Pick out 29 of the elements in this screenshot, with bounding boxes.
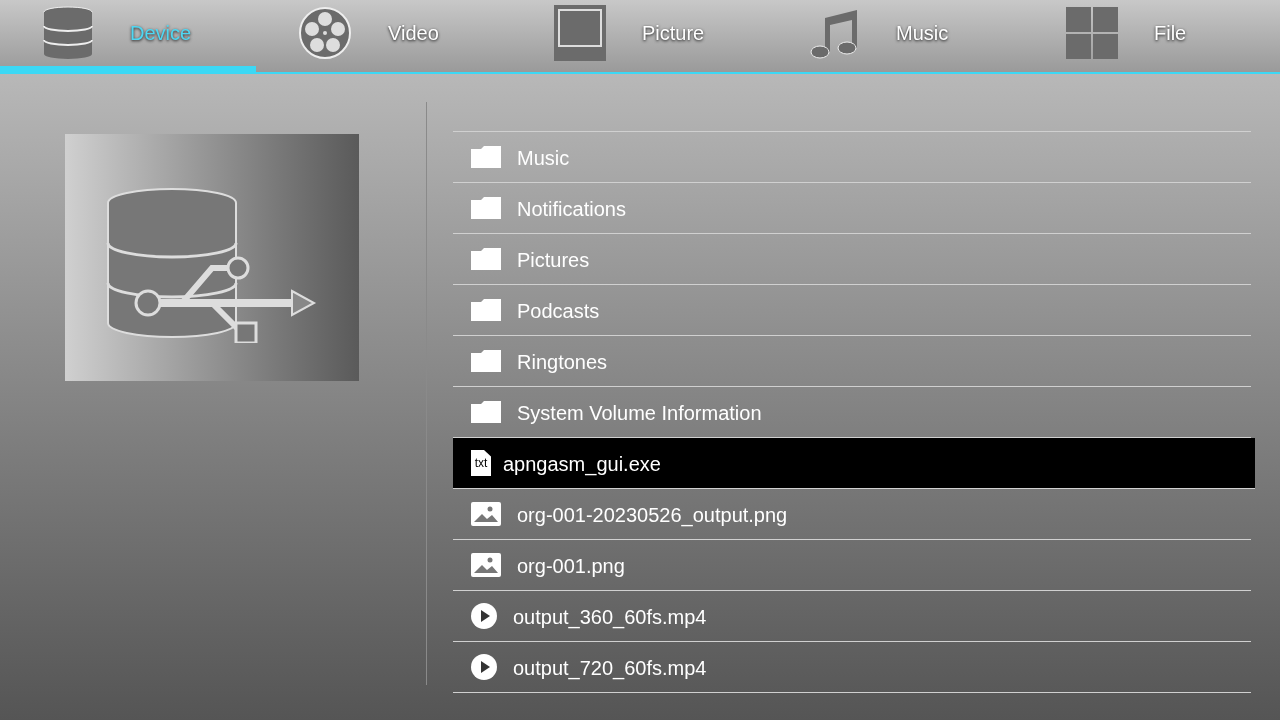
film-reel-icon [298,6,352,60]
play-icon [471,603,497,629]
image-icon [471,502,501,526]
file-row[interactable]: Music [453,132,1251,183]
file-row[interactable]: Notifications [453,183,1251,234]
folder-icon [471,401,501,423]
folder-icon [471,350,501,372]
grid-icon [1066,7,1118,59]
nav-tab[interactable]: Picture [512,0,768,72]
file-row[interactable]: Ringtones [453,336,1251,387]
folder-icon [471,197,501,219]
file-row[interactable]: Podcasts [453,285,1251,336]
database-icon [42,6,94,60]
nav-tab[interactable]: File [1024,0,1280,72]
file-row[interactable]: output_720_60fs.mp4 [453,642,1251,693]
file-row[interactable]: output_360_60fs.mp4 [453,591,1251,642]
nav-tab[interactable]: Video [256,0,512,72]
file-row[interactable]: org-001-20230526_output.png [453,489,1251,540]
nav-tab[interactable]: Music [768,0,1024,72]
photo-frame-icon [554,5,606,61]
folder-icon [471,299,501,321]
play-icon [471,654,497,680]
folder-icon [471,146,501,168]
file-row[interactable]: txt apngasm_gui.exe [453,438,1255,489]
file-row[interactable]: Pictures [453,234,1251,285]
folder-icon [471,248,501,270]
image-icon [471,553,501,577]
file-row[interactable]: org-001.png [453,540,1251,591]
text-file-icon: txt [471,450,491,476]
